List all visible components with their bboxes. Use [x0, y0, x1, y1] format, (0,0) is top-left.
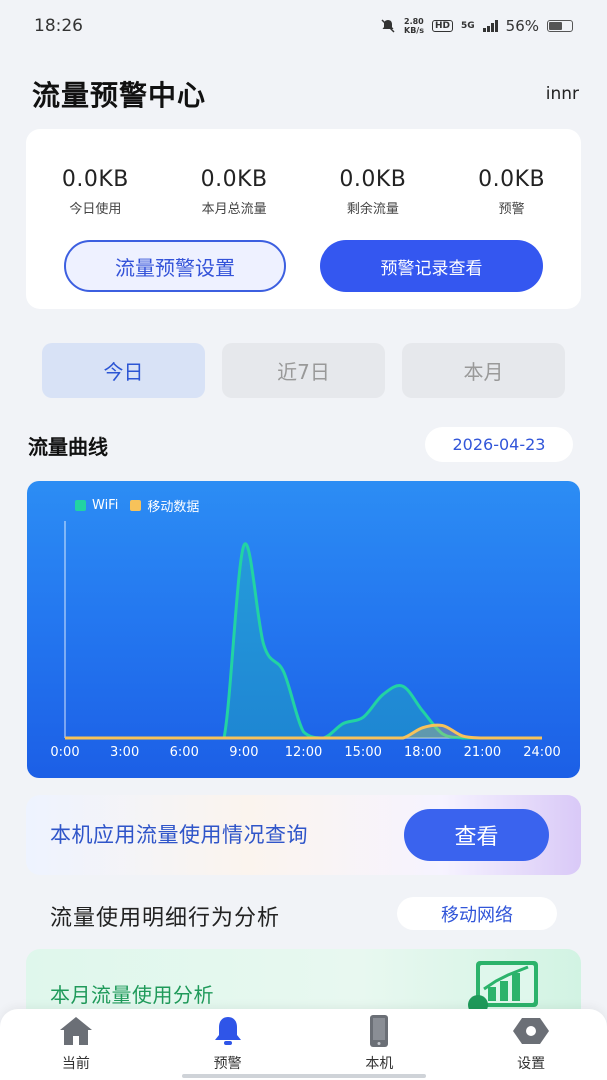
- tab-today[interactable]: 今日: [42, 343, 205, 398]
- app-usage-query-card[interactable]: 本机应用流量使用情况查询 查看: [26, 795, 581, 875]
- stat-label: 今日使用: [69, 202, 122, 217]
- settings-icon: [511, 1013, 551, 1049]
- stat-month-total: 0.0KB 本月总流量: [165, 167, 304, 217]
- battery-icon: [547, 20, 573, 32]
- stat-remaining: 0.0KB 剩余流量: [304, 167, 443, 217]
- tabbar-label: 本机: [365, 1056, 394, 1072]
- status-time: 18:26: [34, 16, 83, 36]
- net-speed: 2.80 KB/s: [404, 17, 424, 35]
- warning-records-button[interactable]: 预警记录查看: [320, 240, 543, 292]
- date-picker[interactable]: 2026-04-23: [425, 427, 573, 462]
- x-tick-label: 21:00: [464, 745, 501, 760]
- tabbar-label: 设置: [517, 1056, 546, 1072]
- tabbar-item-settings[interactable]: 设置: [455, 1009, 607, 1080]
- tab-last-7-days[interactable]: 近7日: [222, 343, 385, 398]
- header-right-text[interactable]: innr: [546, 84, 579, 104]
- header: 流量预警中心 innr: [32, 74, 579, 114]
- x-tick-label: 12:00: [285, 745, 322, 760]
- stat-value: 0.0KB: [339, 167, 407, 192]
- status-icons: 2.80 KB/s HD 5G 56%: [380, 17, 573, 35]
- view-button[interactable]: 查看: [404, 809, 549, 861]
- stat-value: 0.0KB: [61, 167, 129, 192]
- stat-label: 本月总流量: [201, 202, 267, 217]
- home-indicator: [182, 1074, 426, 1078]
- monthly-analysis-text: 本月流量使用分析: [50, 983, 214, 1007]
- tabbar-item-current[interactable]: 当前: [0, 1009, 152, 1080]
- tabbar-item-warning[interactable]: 预警: [152, 1009, 304, 1080]
- summary-card: 0.0KB 今日使用 0.0KB 本月总流量 0.0KB 剩余流量 0.0KB …: [26, 129, 581, 309]
- hd-badge: HD: [431, 20, 453, 32]
- tabbar-label: 预警: [213, 1056, 242, 1072]
- stats-row: 0.0KB 今日使用 0.0KB 本月总流量 0.0KB 剩余流量 0.0KB …: [26, 167, 581, 217]
- home-icon: [56, 1013, 96, 1049]
- x-tick-label: 3:00: [110, 745, 139, 760]
- query-text: 本机应用流量使用情况查询: [50, 823, 308, 847]
- signal-icon: [482, 20, 498, 32]
- traffic-chart: WiFi 移动数据 0:00 3:00 6:00 9:00 12:00 15:00 18:0…: [27, 481, 580, 778]
- status-bar: 18:26 2.80 KB/s HD 5G 56%: [0, 0, 607, 52]
- network-type: 5G: [461, 21, 475, 31]
- series-area-0: [65, 543, 542, 738]
- phone-icon: [359, 1013, 399, 1049]
- stat-warning: 0.0KB 预警: [442, 167, 581, 217]
- network-type-selector[interactable]: 移动网络: [397, 897, 557, 930]
- stat-today: 0.0KB 今日使用: [26, 167, 165, 217]
- mute-bell-icon: [381, 19, 395, 33]
- stat-label: 预警: [498, 202, 525, 217]
- x-tick-label: 6:00: [170, 745, 199, 760]
- x-tick-label: 15:00: [344, 745, 381, 760]
- x-tick-label: 0:00: [50, 745, 79, 760]
- stat-value: 0.0KB: [200, 167, 268, 192]
- bell-icon: [208, 1013, 248, 1049]
- battery-percent: 56%: [505, 17, 539, 35]
- tabbar-label: 当前: [61, 1056, 90, 1072]
- stat-label: 剩余流量: [346, 202, 399, 217]
- series-line-0: [64, 542, 542, 740]
- tabbar-item-device[interactable]: 本机: [304, 1009, 456, 1080]
- chart-plot: 0:00 3:00 6:00 9:00 12:00 15:00 18:00 21:00 24:0…: [50, 521, 561, 760]
- net-speed-value: 2.80: [404, 17, 424, 26]
- x-tick-label: 24:00: [523, 745, 560, 760]
- x-tick-label: 9:00: [229, 745, 258, 760]
- bottom-tab-bar: 当前 预警 本机 设置: [0, 1009, 607, 1080]
- net-speed-unit: KB/s: [404, 26, 424, 35]
- warning-settings-button[interactable]: 流量预警设置: [64, 240, 286, 292]
- stat-value: 0.0KB: [478, 167, 546, 192]
- chart-section-title: 流量曲线: [28, 435, 108, 459]
- tab-this-month[interactable]: 本月: [402, 343, 565, 398]
- analysis-title: 流量使用明细行为分析: [50, 906, 281, 931]
- page-title: 流量预警中心: [32, 79, 207, 112]
- x-tick-label: 18:00: [404, 745, 441, 760]
